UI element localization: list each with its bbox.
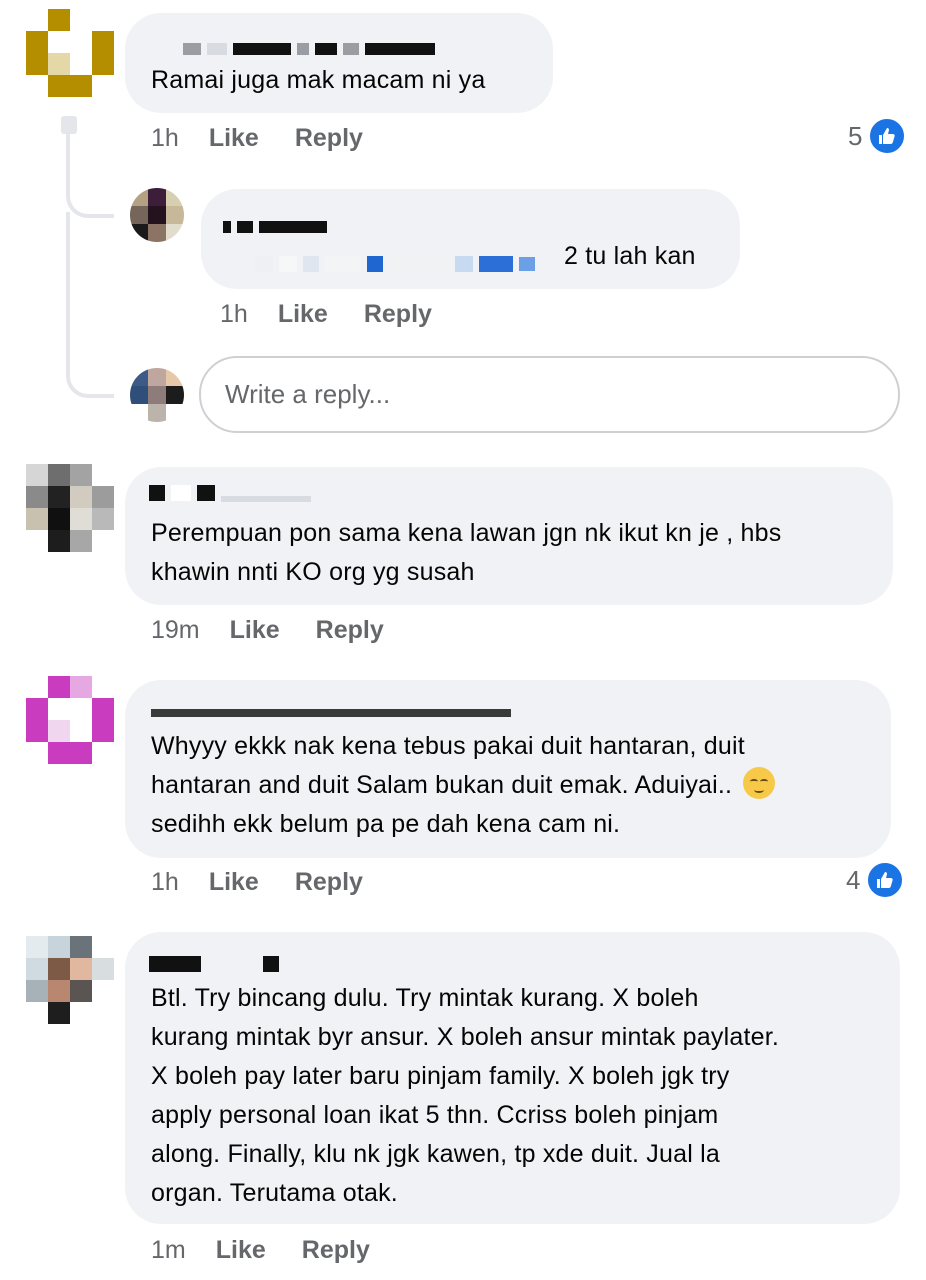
thread-connector-cap: [61, 116, 77, 134]
like-button[interactable]: Like: [209, 868, 259, 897]
redacted-author-name[interactable]: [149, 956, 279, 972]
like-button[interactable]: Like: [216, 1236, 266, 1265]
redacted-mention: [255, 255, 535, 273]
like-button[interactable]: Like: [230, 616, 280, 645]
comment-actions: 19m Like Reply: [151, 616, 420, 645]
comment-text-line: sedihh ekk belum pa pe dah kena cam ni.: [151, 810, 621, 838]
reply-input[interactable]: [201, 358, 898, 431]
comment-text-line: X boleh pay later baru pinjam family. X …: [151, 1062, 730, 1090]
comment-text-segment: hantaran and duit Salam bukan duit emak.…: [151, 771, 740, 799]
redacted-author-name[interactable]: [183, 43, 435, 55]
comment-actions: 1m Like Reply: [151, 1236, 406, 1265]
comment-text-line: Whyyy ekkk nak kena tebus pakai duit han…: [151, 732, 745, 760]
current-user-avatar[interactable]: [130, 368, 184, 422]
comment-bubble: Whyyy ekkk nak kena tebus pakai duit han…: [125, 680, 891, 858]
thread-connector: [66, 350, 114, 398]
reply-button[interactable]: Reply: [302, 1236, 370, 1265]
comment-text-line: along. Finally, klu nk jgk kawen, tp xde…: [151, 1140, 720, 1168]
reaction-count: 4: [846, 864, 861, 895]
redacted-author-name[interactable]: [149, 485, 311, 502]
comment-text-line: khawin nnti KO org yg susah: [151, 558, 475, 586]
thread-connector: [66, 180, 114, 218]
like-icon: [866, 861, 905, 899]
comment-text-line: hantaran and duit Salam bukan duit emak.…: [151, 766, 776, 805]
comment-timestamp[interactable]: 19m: [151, 616, 200, 645]
reaction-summary[interactable]: 5: [848, 117, 907, 155]
like-button[interactable]: Like: [209, 124, 259, 153]
reply-button[interactable]: Reply: [364, 300, 432, 329]
like-icon: [868, 117, 907, 155]
comment-text-line: apply personal loan ikat 5 thn. Ccriss b…: [151, 1101, 719, 1129]
avatar[interactable]: [26, 676, 114, 764]
comment-text-line: kurang mintak byr ansur. X boleh ansur m…: [151, 1023, 779, 1051]
reaction-count: 5: [848, 120, 863, 151]
comment-timestamp[interactable]: 1h: [151, 124, 179, 153]
reply-text: 2 tu lah kan: [564, 242, 696, 270]
avatar[interactable]: [26, 464, 114, 552]
reply-button[interactable]: Reply: [295, 124, 363, 153]
reply-button[interactable]: Reply: [316, 616, 384, 645]
relieved-face-emoji: [743, 767, 776, 799]
reply-timestamp[interactable]: 1h: [220, 300, 248, 329]
avatar[interactable]: [26, 9, 114, 97]
comment-text: Ramai juga mak macam ni ya: [151, 66, 486, 94]
reply-input-box[interactable]: [199, 356, 900, 433]
comment-text-line: organ. Terutama otak.: [151, 1179, 398, 1207]
comment-bubble: Btl. Try bincang dulu. Try mintak kurang…: [125, 932, 900, 1224]
like-button[interactable]: Like: [278, 300, 328, 329]
redacted-author-name[interactable]: [151, 708, 511, 718]
redacted-author-name[interactable]: [223, 221, 327, 233]
avatar[interactable]: [26, 936, 114, 1024]
reply-button[interactable]: Reply: [295, 868, 363, 897]
comment-bubble: Ramai juga mak macam ni ya: [125, 13, 553, 113]
avatar[interactable]: [130, 188, 184, 242]
reply-actions: 1h Like Reply: [220, 300, 468, 329]
comment-timestamp[interactable]: 1h: [151, 868, 179, 897]
comment-text-line: Perempuan pon sama kena lawan jgn nk iku…: [151, 519, 782, 547]
reply-bubble: 2 tu lah kan: [201, 189, 740, 289]
comment-actions: 1h Like Reply: [151, 124, 399, 153]
thread-connector: [66, 212, 70, 372]
comment-timestamp[interactable]: 1m: [151, 1236, 186, 1265]
reaction-summary[interactable]: 4: [846, 861, 905, 899]
comment-bubble: Perempuan pon sama kena lawan jgn nk iku…: [125, 467, 893, 605]
comment-text-line: Btl. Try bincang dulu. Try mintak kurang…: [151, 984, 699, 1012]
comment-actions: 1h Like Reply: [151, 868, 399, 897]
